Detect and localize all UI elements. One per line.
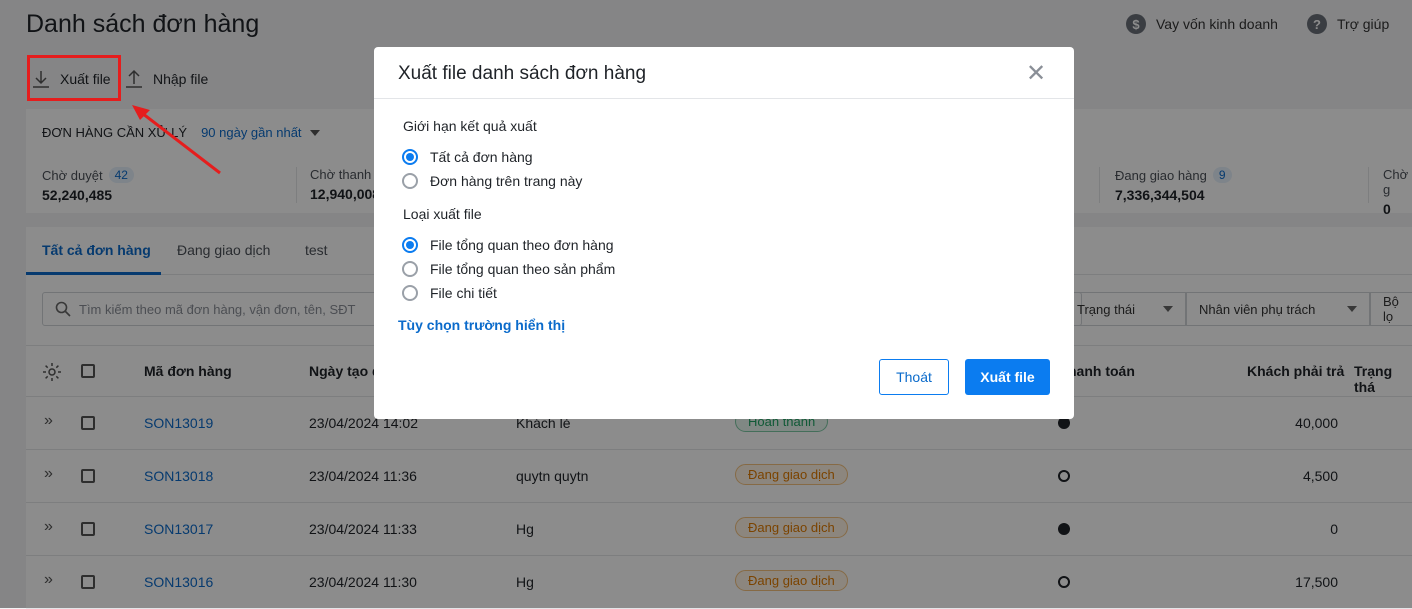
radio-button[interactable]: [402, 173, 418, 189]
radio-button[interactable]: [402, 285, 418, 301]
radio-label: Đơn hàng trên trang này: [430, 173, 583, 189]
page: Danh sách đơn hàng $ Vay vốn kinh doanh …: [0, 0, 1412, 609]
radio-label: File tổng quan theo đơn hàng: [430, 237, 614, 253]
radio-product-overview[interactable]: File tổng quan theo sản phẩm: [402, 261, 615, 277]
radio-button[interactable]: [402, 149, 418, 165]
type-section-label: Loại xuất file: [403, 206, 482, 222]
radio-all-orders[interactable]: Tất cả đơn hàng: [402, 149, 533, 165]
annotation-arrow-icon: [132, 105, 221, 175]
radio-label: Tất cả đơn hàng: [430, 149, 533, 165]
modal-title: Xuất file danh sách đơn hàng: [398, 63, 647, 84]
radio-detail-file[interactable]: File chi tiết: [402, 285, 497, 301]
display-fields-link[interactable]: Tùy chọn trường hiển thị: [398, 317, 565, 333]
radio-order-overview[interactable]: File tổng quan theo đơn hàng: [402, 237, 614, 253]
cancel-button[interactable]: Thoát: [879, 359, 949, 395]
limit-section-label: Giới hạn kết quả xuất: [403, 118, 537, 134]
radio-label: File tổng quan theo sản phẩm: [430, 261, 616, 277]
close-icon[interactable]: ✕: [1026, 59, 1046, 88]
radio-orders-on-page[interactable]: Đơn hàng trên trang này: [402, 173, 582, 189]
radio-label: File chi tiết: [430, 285, 497, 301]
modal-header: Xuất file danh sách đơn hàng ✕: [374, 47, 1074, 99]
export-modal: Xuất file danh sách đơn hàng ✕ Giới hạn …: [374, 47, 1074, 419]
radio-button[interactable]: [402, 261, 418, 277]
annotation-highlight-box: [27, 55, 121, 101]
radio-button[interactable]: [402, 237, 418, 253]
export-button[interactable]: Xuất file: [965, 359, 1050, 395]
